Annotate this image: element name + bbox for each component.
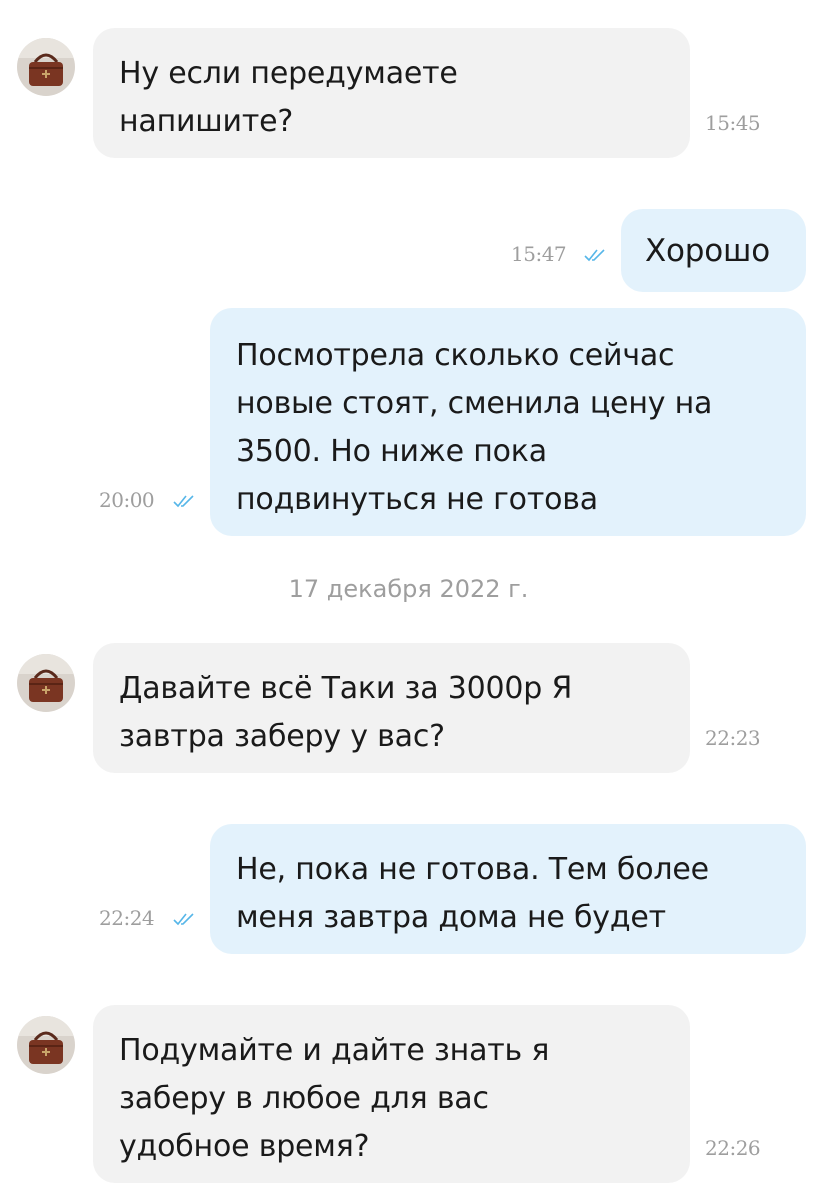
message-text: удобное время? bbox=[119, 1129, 370, 1164]
message-time: 22:23 bbox=[705, 726, 761, 750]
message-bubble[interactable]: Подумайте и дайте знать я заберу в любое… bbox=[93, 1005, 690, 1183]
message-time: 20:00 bbox=[99, 488, 155, 512]
message-time: 15:47 bbox=[511, 242, 567, 266]
double-check-icon bbox=[584, 249, 605, 262]
message-bubble[interactable]: Ну если передумаете напишите? bbox=[93, 28, 690, 158]
message-bubble[interactable]: Давайте всё Таки за 3000р Я завтра забер… bbox=[93, 643, 690, 773]
message-time: 22:24 bbox=[99, 906, 155, 930]
double-check-icon bbox=[173, 913, 194, 926]
message-text: напишите? bbox=[119, 104, 294, 139]
avatar[interactable] bbox=[17, 654, 75, 712]
handbag-avatar-icon bbox=[17, 38, 75, 96]
handbag-avatar-icon bbox=[17, 654, 75, 712]
message-text: Ну если передумаете bbox=[119, 56, 458, 91]
date-separator: 17 декабря 2022 г. bbox=[288, 575, 529, 603]
message-time: 15:45 bbox=[705, 111, 761, 135]
message-text: завтра заберу у вас? bbox=[119, 719, 445, 754]
message-text: Не, пока не готова. Тем более bbox=[236, 852, 709, 887]
message-text: Подумайте и дайте знать я bbox=[119, 1033, 550, 1068]
message-text: подвинуться не готова bbox=[236, 482, 598, 517]
message-bubble[interactable]: Не, пока не готова. Тем более меня завтр… bbox=[210, 824, 806, 954]
message-text: новые стоят, сменила цену на bbox=[236, 386, 713, 421]
avatar[interactable] bbox=[17, 1016, 75, 1074]
message-time: 22:26 bbox=[705, 1136, 761, 1160]
double-check-icon bbox=[173, 495, 194, 508]
message-bubble[interactable]: Посмотрела сколько сейчас новые стоят, с… bbox=[210, 308, 806, 536]
message-text: 3500. Но ниже пока bbox=[236, 434, 547, 469]
message-text: меня завтра дома не будет bbox=[236, 900, 666, 935]
avatar[interactable] bbox=[17, 38, 75, 96]
message-text: Хорошо bbox=[645, 233, 770, 269]
handbag-avatar-icon bbox=[17, 1016, 75, 1074]
message-text: Давайте всё Таки за 3000р Я bbox=[119, 671, 573, 706]
message-bubble[interactable]: Хорошо bbox=[621, 209, 806, 292]
message-text: Посмотрела сколько сейчас bbox=[236, 338, 675, 373]
message-text: заберу в любое для вас bbox=[119, 1081, 489, 1116]
